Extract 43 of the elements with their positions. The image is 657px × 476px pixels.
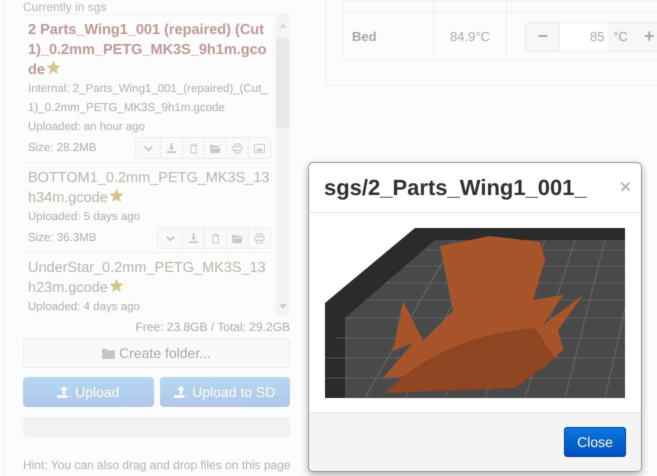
star-icon [46,60,61,75]
trash-icon [188,142,199,154]
storage-text: Free: 23.8GB / Total: 29.2GB [134,320,290,334]
printer-icon [254,232,265,244]
download-icon [188,232,199,244]
print-button[interactable] [248,228,270,248]
upload-to-sd-button[interactable]: Upload to SD [160,377,290,407]
upload-time-text: Uploaded: 5 days ago [28,210,141,225]
file-size-text: Size: 36.3MB [28,230,96,246]
file-size-text: Size: 28.2MB [28,140,96,156]
file-name-link[interactable]: BOTTOM1_0.2mm_PETG_MK3S_13h34m.gcode [28,168,271,208]
folder-icon [102,348,116,358]
file-name-link[interactable]: 2 Parts_Wing1_001 (repaired) (Cut 1)_0.2mm_PETG_MK3S_9h1m.gcode [28,20,271,80]
folder-icon [232,232,243,244]
star-icon [108,188,124,203]
preview-button[interactable] [248,138,270,158]
actual-temperature: 84.9°C [434,12,506,60]
upload-time-text: Uploaded: an hour ago [28,120,146,135]
close-button[interactable]: × [620,178,631,196]
hint-text: Hint: You can also drag and drop files on this page [23,458,290,472]
create-folder-button[interactable]: Create folder... [23,338,290,368]
folder-icon [210,142,221,154]
unit-label: °C [608,22,633,50]
dialog-title: sgs/2_Parts_Wing1_001_ [324,174,587,200]
upload-icon [174,386,188,398]
upload-button[interactable]: Upload [23,377,154,407]
temperature-spinner[interactable]: − 85 °C + [525,22,657,52]
internal-name-text: Internal: 2_Parts_Wing1_001_(repaired)_(Cut_1)_0.2mm_PETG_MK3S_9h1m.gcode [28,82,269,116]
close-dialog-button[interactable]: Close [564,427,626,457]
image-icon [254,142,265,154]
printer-icon [232,142,243,154]
trash-icon [210,232,221,244]
increase-button[interactable]: + [632,22,657,50]
current-folder-text: Currently in sgs [23,0,108,14]
decrease-button[interactable]: − [526,22,560,50]
scroll-up-icon[interactable] [278,23,286,28]
star-icon [108,278,124,293]
heater-label: Bed [344,12,434,60]
upload-icon [57,386,72,398]
download-icon [166,142,177,154]
upload-time-text: Uploaded: 4 days ago [28,300,141,315]
file-name-link[interactable]: UnderStar_0.2mm_PETG_MK3S_13h23m.gcode [28,258,271,298]
scroll-down-icon[interactable] [278,304,286,309]
